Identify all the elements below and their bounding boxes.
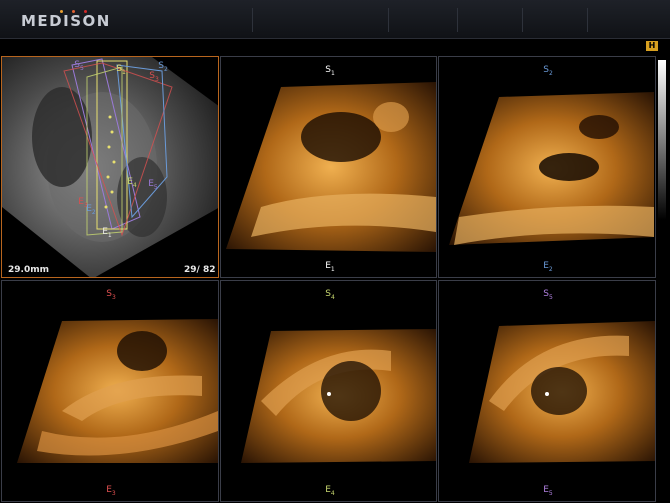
top-bar: MEDISON [0, 0, 670, 39]
slice-label: S5 [74, 60, 84, 72]
render-image [449, 92, 654, 245]
panel-bottom-label: E4 [325, 485, 335, 497]
render-panel-1[interactable]: S1 E1 [220, 56, 437, 278]
toolbar-divider [252, 8, 253, 32]
slice-label: S2 [158, 61, 168, 73]
toolbar-divider [587, 8, 588, 32]
slice-label: E2 [86, 204, 96, 216]
depth-readout: 29.0mm [8, 265, 49, 275]
panel-bottom-label: E5 [543, 485, 553, 497]
render-image [17, 319, 218, 463]
render-image [226, 82, 436, 252]
toolbar-divider [457, 8, 458, 32]
toolbar-divider [522, 8, 523, 32]
logo-dot [72, 10, 75, 13]
panel-bottom-label: E3 [106, 485, 116, 497]
panel-bottom-label: E1 [325, 261, 335, 273]
render-panel-2[interactable]: S2 E2 [438, 56, 656, 278]
panel-top-label: S3 [106, 289, 116, 301]
logo-dot [84, 10, 87, 13]
render-image [469, 321, 655, 463]
render-panel-4[interactable]: S4 E4 [220, 280, 437, 502]
slice-label: S1 [116, 64, 126, 76]
panel-top-label: S4 [325, 289, 335, 301]
render-image [241, 329, 436, 463]
toolbar-divider [388, 8, 389, 32]
hold-badge[interactable]: H [646, 41, 658, 51]
brand-logo: MEDISON [21, 12, 111, 30]
panel-top-label: S5 [543, 289, 553, 301]
render-panel-3[interactable]: S3 E3 [1, 280, 219, 502]
frame-counter: 29/ 82 [184, 265, 216, 275]
panel-top-label: S2 [543, 65, 553, 77]
slice-label: E5 [148, 179, 158, 191]
slice-label: E1 [102, 227, 112, 239]
logo-dot [60, 10, 63, 13]
grayscale-bar [658, 60, 666, 220]
reference-image [2, 57, 218, 277]
render-panel-5[interactable]: S5 E5 [438, 280, 656, 502]
panel-top-label: S1 [325, 65, 335, 77]
reference-panel[interactable]: S5 S1 S3 S2 E4 E5 E3 E2 E1 29.0mm 29/ 82 [1, 56, 219, 278]
panel-bottom-label: E2 [543, 261, 553, 273]
